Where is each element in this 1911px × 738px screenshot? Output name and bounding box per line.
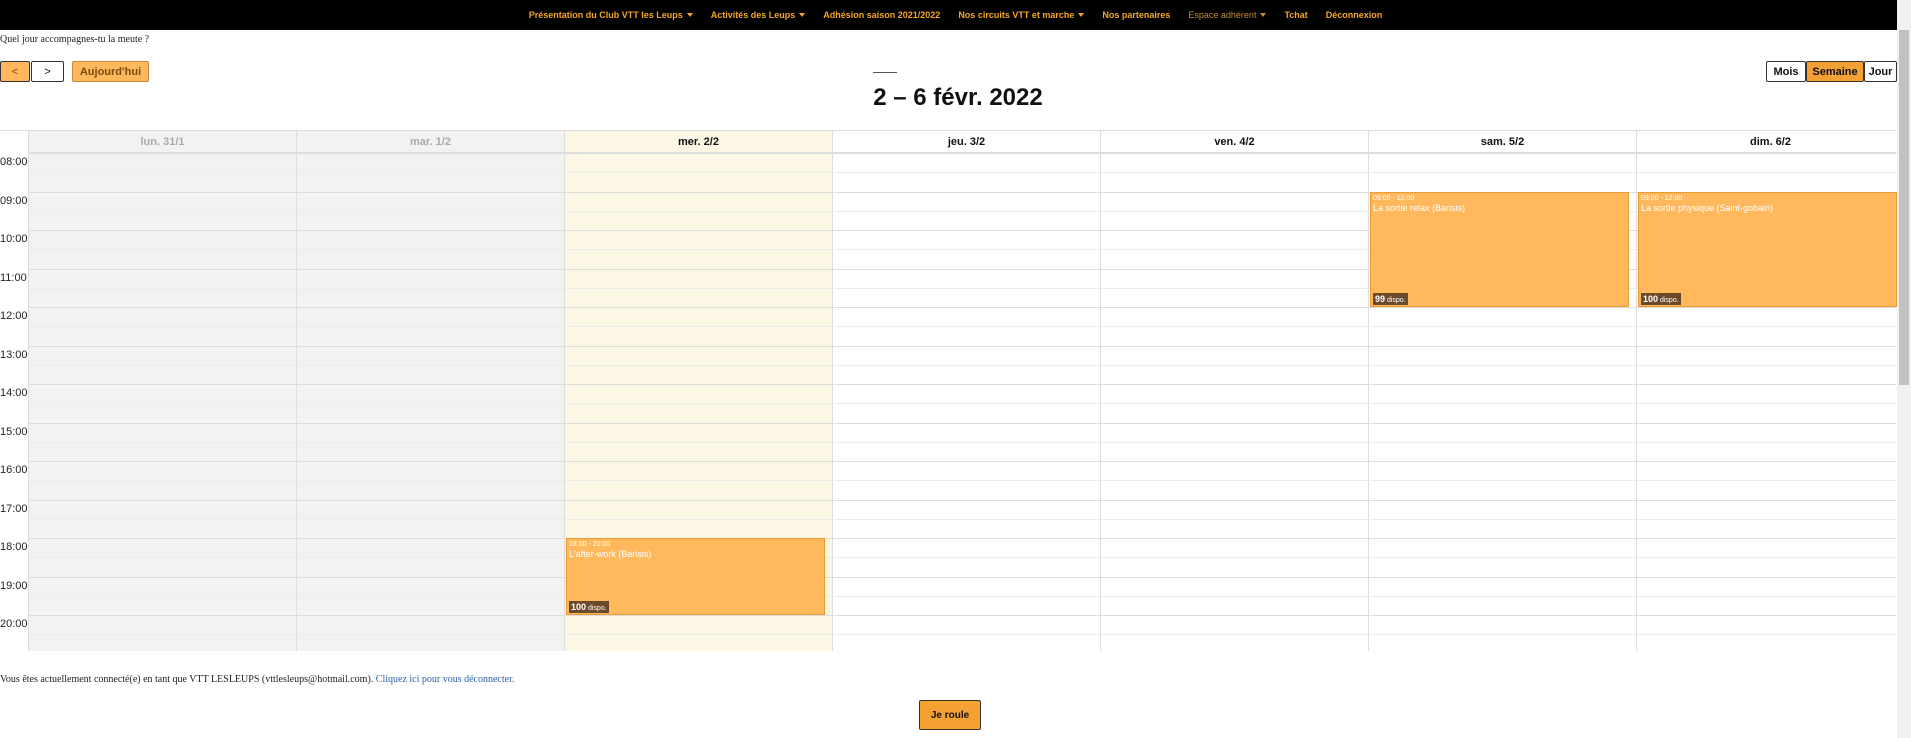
- day-header: sam. 5/2: [1368, 131, 1636, 153]
- nav-item-6[interactable]: Tchat: [1284, 10, 1307, 20]
- hour-line: [28, 576, 1896, 578]
- nav-item-label: Nos partenaires: [1102, 10, 1171, 20]
- calendar-event[interactable]: 18:00 - 20:00 L'after-work (Barisis) 100 d…: [566, 538, 825, 615]
- day-header: ven. 4/2: [1100, 131, 1368, 153]
- half-hour-line: [28, 595, 1896, 597]
- chevron-down-icon: [799, 13, 806, 17]
- day-column[interactable]: [1100, 131, 1368, 651]
- time-label: 12:00: [0, 310, 28, 322]
- availability-count: 100: [571, 602, 587, 612]
- time-label: 19:00: [0, 579, 28, 592]
- nav-item-3[interactable]: Nos circuits VTT et marche: [958, 10, 1085, 20]
- time-label: 20:00: [0, 618, 28, 630]
- day-column[interactable]: [296, 131, 564, 651]
- hour-line: [28, 345, 1896, 347]
- chevron-down-icon: [1078, 13, 1085, 17]
- half-hour-line: [28, 518, 1896, 520]
- nav-item-label: Espace adhérent: [1188, 10, 1257, 20]
- top-navigation: Présentation du Club VTT les Leups Activi…: [0, 0, 1911, 30]
- availability-count: 99: [1375, 294, 1386, 304]
- time-label: 08:00: [0, 156, 28, 168]
- nav-item-label: Activités des Leups: [710, 10, 796, 20]
- half-hour-line: [28, 441, 1896, 443]
- availability-suffix: dispo.: [1659, 297, 1679, 304]
- event-title: L'after-work (Barisis): [569, 549, 652, 559]
- chevron-down-icon: [1260, 13, 1267, 17]
- logout-link[interactable]: Cliquez ici pour vous déconnecter.: [376, 674, 515, 685]
- nav-item-label: Déconnexion: [1325, 10, 1383, 20]
- hour-line: [28, 422, 1896, 424]
- day-header: dim. 6/2: [1636, 131, 1904, 153]
- day-header: mer. 2/2: [564, 131, 832, 153]
- nav-item-label: Tchat: [1284, 10, 1308, 20]
- title-dash: [873, 72, 897, 73]
- time-label: 15:00: [0, 425, 28, 438]
- availability-badge: 99 dispo.: [1373, 293, 1408, 305]
- time-label: 11:00: [0, 271, 27, 284]
- hour-line: [28, 499, 1896, 501]
- connected-info: Vous êtes actuellement connecté(e) en ta…: [0, 674, 514, 685]
- availability-suffix: dispo.: [1386, 297, 1406, 304]
- question-text: Quel jour accompagnes-tu la meute ?: [0, 34, 150, 45]
- hour-line: [28, 615, 1896, 616]
- nav-item-1[interactable]: Activités des Leups: [711, 10, 806, 20]
- availability-badge: 100 dispo.: [1641, 293, 1681, 305]
- day-header: mar. 1/2: [296, 131, 564, 153]
- nav-item-0[interactable]: Présentation du Club VTT les Leups: [529, 10, 693, 20]
- calendar-event[interactable]: 09:00 - 12:00 La sortie physique (Saint-g…: [1638, 191, 1897, 307]
- half-hour-line: [28, 480, 1896, 482]
- half-hour-line: [28, 634, 1896, 636]
- nav-item-label: Adhésion saison 2021/2022: [823, 10, 941, 20]
- week-calendar: lun. 31/1 mar. 1/2 mer. 2/2 jeu. 3/2 ven. 4/…: [0, 130, 1904, 651]
- je-roule-button[interactable]: Je roule: [919, 700, 981, 730]
- half-hour-line: [28, 326, 1896, 328]
- time-label: 17:00: [0, 502, 28, 515]
- hour-line: [28, 153, 1896, 154]
- half-hour-line: [28, 557, 1896, 559]
- today-button[interactable]: Aujourd'hui: [72, 61, 149, 82]
- nav-item-5[interactable]: Espace adhérent: [1188, 10, 1267, 20]
- time-label: 13:00: [0, 348, 28, 361]
- nav-item-7[interactable]: Déconnexion: [1326, 10, 1383, 20]
- half-hour-line: [28, 172, 1896, 174]
- connected-text: Vous êtes actuellement connecté(e) en ta…: [0, 674, 374, 685]
- half-hour-line: [28, 403, 1896, 405]
- time-label: 09:00: [0, 194, 28, 207]
- availability-count: 100: [1643, 294, 1659, 304]
- event-title: La sortie relax (Barisis): [1373, 202, 1466, 213]
- nav-item-label: Présentation du Club VTT les Leups: [528, 10, 683, 20]
- calendar-event[interactable]: 09:00 - 12:00 La sortie relax (Barisis) 99…: [1370, 191, 1629, 307]
- hour-line: [28, 307, 1896, 308]
- nav-item-2[interactable]: Adhésion saison 2021/2022: [823, 10, 940, 20]
- event-time: 18:00 - 20:00: [569, 541, 611, 548]
- page-scrollbar[interactable]: [1897, 0, 1911, 738]
- availability-badge: 100 dispo.: [569, 601, 609, 613]
- next-button[interactable]: >: [31, 61, 64, 82]
- hour-line: [28, 384, 1896, 385]
- hour-line: [28, 538, 1896, 539]
- half-hour-line: [28, 364, 1896, 366]
- time-label: 14:00: [0, 387, 28, 399]
- scrollbar-thumb[interactable]: [1899, 30, 1909, 385]
- event-title: La sortie physique (Saint-gobain): [1641, 202, 1774, 213]
- event-time: 09:00 - 12:00: [1641, 194, 1683, 202]
- nav-item-4[interactable]: Nos partenaires: [1102, 10, 1170, 20]
- view-week-button[interactable]: Semaine: [1806, 61, 1864, 82]
- prev-button[interactable]: <: [0, 61, 30, 82]
- day-column[interactable]: [28, 131, 296, 651]
- chevron-down-icon: [686, 13, 693, 17]
- view-day-button[interactable]: Jour: [1864, 61, 1897, 82]
- view-month-button[interactable]: Mois: [1766, 61, 1806, 82]
- day-column[interactable]: [832, 131, 1100, 651]
- event-time: 09:00 - 12:00: [1373, 194, 1415, 202]
- time-label: 18:00: [0, 541, 28, 553]
- calendar-title: 2 – 6 févr. 2022: [873, 84, 1043, 111]
- day-header: jeu. 3/2: [832, 131, 1100, 153]
- time-label: 16:00: [0, 464, 28, 476]
- availability-suffix: dispo.: [587, 605, 607, 612]
- day-header: lun. 31/1: [28, 131, 296, 153]
- nav-item-label: Nos circuits VTT et marche: [958, 10, 1075, 20]
- hour-line: [28, 461, 1896, 462]
- time-label: 10:00: [0, 233, 28, 245]
